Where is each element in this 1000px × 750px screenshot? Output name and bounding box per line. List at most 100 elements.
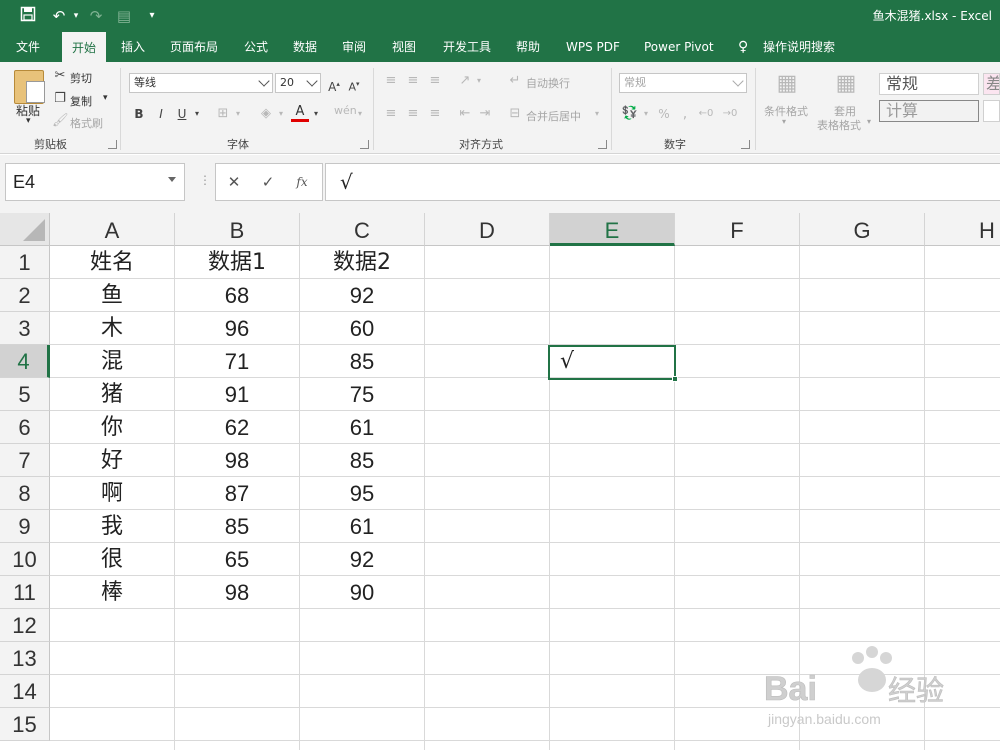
column-header-h[interactable]: H: [925, 213, 1000, 246]
font-size-select[interactable]: 20: [275, 73, 321, 93]
phonetic-dropdown-icon[interactable]: ▾: [355, 105, 365, 123]
font-color-icon[interactable]: A: [291, 104, 309, 122]
fill-color-dropdown-icon[interactable]: ▾: [276, 105, 286, 123]
increase-decimal-icon[interactable]: ←0: [696, 105, 716, 123]
cell-b9[interactable]: 85: [175, 510, 299, 542]
conditional-formatting-icon[interactable]: ▦: [773, 70, 801, 98]
row-header-10[interactable]: 10: [0, 543, 50, 576]
clipboard-launcher-icon[interactable]: [108, 140, 117, 149]
decrease-decimal-icon[interactable]: →0: [720, 105, 740, 123]
cell-c6[interactable]: 61: [300, 411, 424, 443]
cell-a10[interactable]: 很: [50, 543, 174, 575]
column-header-f[interactable]: F: [675, 213, 800, 246]
paste-dropdown-icon[interactable]: ▾: [26, 116, 31, 126]
cut-icon[interactable]: ✂: [52, 67, 68, 85]
orientation-dropdown-icon[interactable]: ▾: [474, 72, 484, 90]
underline-dropdown-icon[interactable]: ▾: [192, 105, 202, 123]
decrease-indent-icon[interactable]: ⇤: [456, 105, 474, 123]
cell-a1[interactable]: 姓名: [50, 246, 174, 278]
style-calculation[interactable]: 计算: [879, 100, 979, 122]
cell-a6[interactable]: 你: [50, 411, 174, 443]
formula-input[interactable]: √: [325, 163, 1000, 201]
format-as-table-dropdown-icon[interactable]: ▾: [867, 117, 871, 126]
comma-style-icon[interactable]: ,: [678, 105, 692, 123]
row-header-11[interactable]: 11: [0, 576, 50, 609]
underline-button[interactable]: U: [174, 105, 190, 123]
fill-color-icon[interactable]: ◈: [257, 105, 275, 123]
align-right-icon[interactable]: ≡: [426, 105, 444, 123]
tab-file[interactable]: 文件: [6, 32, 50, 62]
cell-a7[interactable]: 好: [50, 444, 174, 476]
cell-c10[interactable]: 92: [300, 543, 424, 575]
tab-help[interactable]: 帮助: [506, 32, 550, 62]
cell-c11[interactable]: 90: [300, 576, 424, 608]
tab-page-layout[interactable]: 页面布局: [160, 32, 228, 62]
conditional-dropdown-icon[interactable]: ▾: [782, 117, 786, 126]
redo-icon[interactable]: ↷: [85, 6, 107, 26]
cell-c3[interactable]: 60: [300, 312, 424, 344]
align-top-icon[interactable]: ≡: [382, 72, 400, 90]
row-header-6[interactable]: 6: [0, 411, 50, 444]
cell-a8[interactable]: 啊: [50, 477, 174, 509]
tab-power-pivot[interactable]: Power Pivot: [634, 32, 724, 62]
alignment-launcher-icon[interactable]: [598, 140, 607, 149]
tab-wps-pdf[interactable]: WPS PDF: [556, 32, 630, 62]
row-header-3[interactable]: 3: [0, 312, 50, 345]
print-preview-icon[interactable]: ▤: [114, 6, 134, 26]
format-painter-icon[interactable]: 🖌: [52, 112, 69, 130]
active-cell-e4[interactable]: √: [548, 345, 676, 380]
cell-a2[interactable]: 鱼: [50, 279, 174, 311]
font-color-dropdown-icon[interactable]: ▾: [311, 105, 321, 123]
align-bottom-icon[interactable]: ≡: [426, 72, 444, 90]
column-header-a[interactable]: A: [50, 213, 175, 246]
style-normal[interactable]: 常规: [879, 73, 979, 95]
cell-a9[interactable]: 我: [50, 510, 174, 542]
format-as-table-icon[interactable]: ▦: [832, 70, 860, 98]
copy-button[interactable]: 复制: [70, 93, 92, 109]
merge-center-icon[interactable]: ⊟: [507, 105, 523, 123]
cell-a4[interactable]: 混: [50, 345, 174, 377]
formula-bar-grip-icon[interactable]: ⋮: [199, 173, 211, 187]
cell-b7[interactable]: 98: [175, 444, 299, 476]
column-header-c[interactable]: C: [300, 213, 425, 246]
grow-font-icon[interactable]: A▴: [326, 75, 342, 94]
confirm-entry-button[interactable]: ✓: [256, 170, 280, 194]
cancel-entry-button[interactable]: ✕: [222, 170, 246, 194]
cell-a5[interactable]: 猪: [50, 378, 174, 410]
worksheet-grid[interactable]: A B C D E F G H 1 2 3 4 5 6 7 8 9 10 11 12 13 14 15 姓名 数据1 数据2 鱼 68…: [0, 213, 1000, 750]
row-header-2[interactable]: 2: [0, 279, 50, 312]
cell-c2[interactable]: 92: [300, 279, 424, 311]
accounting-format-icon[interactable]: 💱: [621, 105, 639, 123]
row-header-13[interactable]: 13: [0, 642, 50, 675]
tab-view[interactable]: 视图: [382, 32, 426, 62]
customize-toolbar-icon[interactable]: ▾: [145, 6, 159, 26]
number-launcher-icon[interactable]: [741, 140, 750, 149]
increase-indent-icon[interactable]: ⇥: [476, 105, 494, 123]
row-header-1[interactable]: 1: [0, 246, 50, 279]
tab-data[interactable]: 数据: [283, 32, 327, 62]
merge-center-button[interactable]: 合并后居中: [526, 108, 581, 124]
cell-c7[interactable]: 85: [300, 444, 424, 476]
insert-function-button[interactable]: fx: [290, 170, 314, 194]
cell-b2[interactable]: 68: [175, 279, 299, 311]
undo-dropdown-icon[interactable]: ▾: [70, 6, 82, 26]
cell-b11[interactable]: 98: [175, 576, 299, 608]
phonetic-guide-icon[interactable]: wén: [334, 102, 357, 120]
shrink-font-icon[interactable]: A▾: [346, 75, 362, 94]
merge-dropdown-icon[interactable]: ▾: [592, 105, 602, 123]
tab-home[interactable]: 开始: [62, 32, 107, 62]
cell-b1[interactable]: 数据1: [175, 246, 299, 278]
row-header-7[interactable]: 7: [0, 444, 50, 477]
select-all-button[interactable]: [0, 213, 50, 246]
row-header-5[interactable]: 5: [0, 378, 50, 411]
cell-b3[interactable]: 96: [175, 312, 299, 344]
save-icon[interactable]: [18, 6, 38, 26]
tab-formulas[interactable]: 公式: [234, 32, 278, 62]
borders-dropdown-icon[interactable]: ▾: [233, 105, 243, 123]
style-placeholder[interactable]: [983, 100, 1000, 122]
accounting-dropdown-icon[interactable]: ▾: [641, 105, 651, 123]
number-format-select[interactable]: 常规: [619, 73, 747, 93]
cell-b8[interactable]: 87: [175, 477, 299, 509]
tell-me-search[interactable]: 操作说明搜索: [763, 32, 835, 62]
format-painter-button[interactable]: 格式刷: [70, 115, 103, 131]
